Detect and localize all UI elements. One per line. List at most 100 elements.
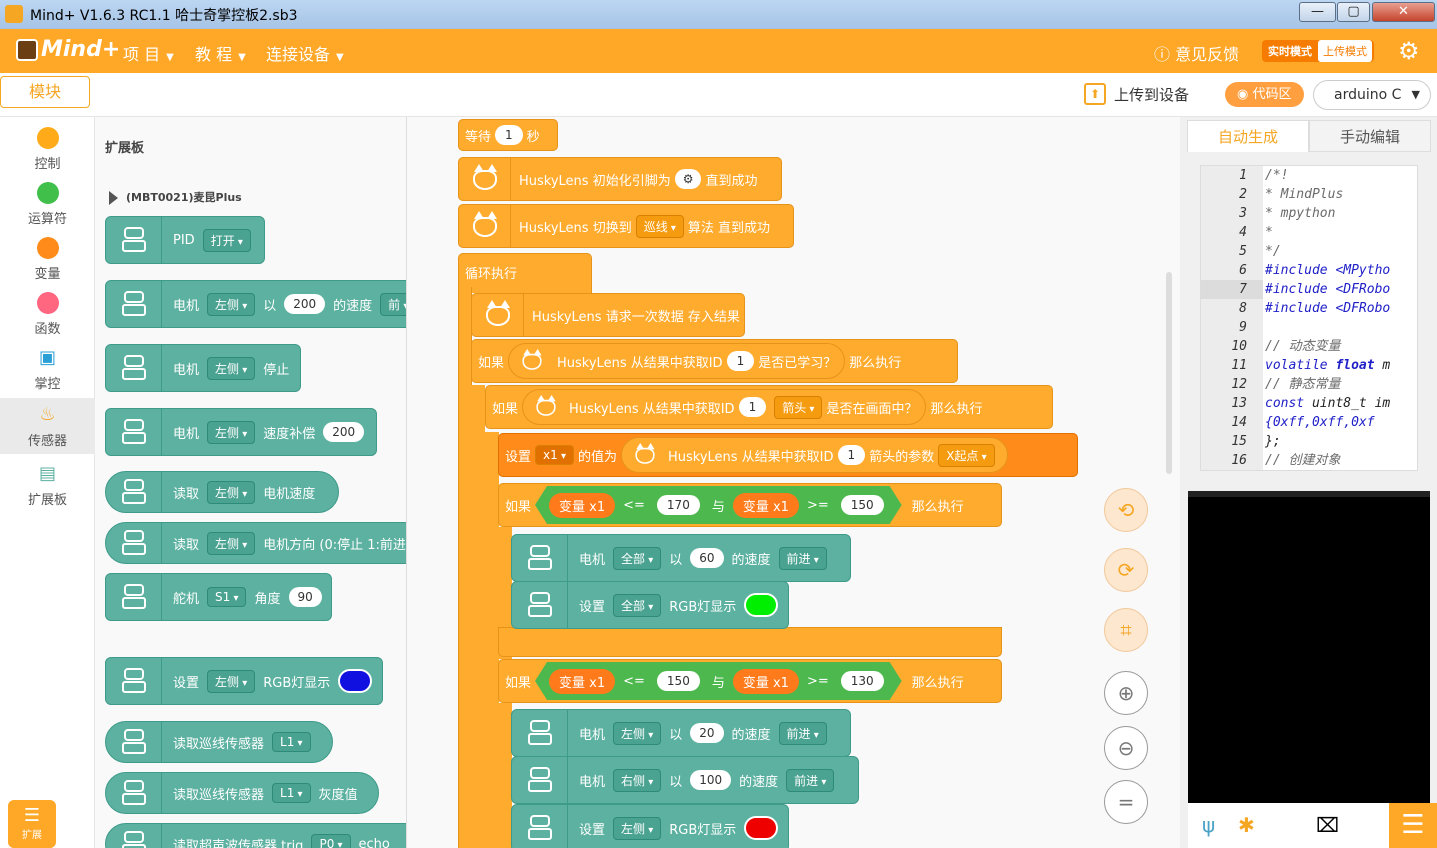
block-read-motor-speed[interactable]: 读取左侧电机速度	[105, 471, 339, 513]
block-dropdown[interactable]: L1	[272, 783, 311, 803]
category-functions[interactable]: 函数	[0, 286, 95, 342]
block-dropdown[interactable]: X起点	[938, 443, 995, 467]
block-motor-stop[interactable]: 电机左侧停止	[105, 344, 301, 392]
block-dropdown[interactable]: 左侧	[207, 480, 256, 504]
block-huskylens-init[interactable]: HuskyLens 初始化引脚为 ⚙ 直到成功	[458, 157, 782, 201]
undo-button[interactable]: ⟲	[1104, 488, 1148, 532]
block-dropdown[interactable]: 右侧	[613, 768, 662, 792]
block-rgb[interactable]: 设置左侧 RGB灯显示	[105, 657, 383, 705]
block-dropdown[interactable]: 左侧	[207, 292, 256, 316]
realtime-mode-button[interactable]: 实时模式	[1262, 43, 1318, 59]
block-dropdown[interactable]: 左侧	[207, 531, 256, 555]
block-number-input[interactable]: 130	[841, 671, 884, 691]
category-sensor[interactable]: ♨ 传感器	[0, 398, 95, 454]
block-number-input[interactable]: 60	[690, 548, 724, 568]
upload-to-device-button[interactable]: ⬆ 上传到设备	[1084, 83, 1189, 105]
block-motor-right[interactable]: 电机右侧以 100 的速度前进	[511, 756, 859, 804]
block-dropdown[interactable]: 左侧	[207, 420, 256, 444]
minimize-button[interactable]: —	[1299, 2, 1336, 22]
bluetooth-icon[interactable]: ✱	[1238, 813, 1255, 837]
extension-button[interactable]: ☰ 扩展	[8, 800, 56, 848]
variable-reporter[interactable]: 变量 x1	[549, 669, 615, 694]
module-tab[interactable]: 模块	[0, 76, 90, 108]
condition-huskylens-in-frame[interactable]: HuskyLens 从结果中获取ID1 箭头是否在画面中？	[522, 389, 927, 425]
tab-auto-generate[interactable]: 自动生成	[1187, 120, 1309, 152]
category-board[interactable]: ▣ 掌控	[0, 341, 95, 397]
block-dropdown[interactable]: 前进	[786, 768, 835, 792]
block-dropdown[interactable]: 前进	[778, 546, 827, 570]
block-if-in-frame[interactable]: 如果 HuskyLens 从结果中获取ID1 箭头是否在画面中？ 那么执行	[485, 385, 1053, 429]
block-number-input[interactable]: 1	[837, 445, 866, 465]
mindplus-logo[interactable]: Mind+	[16, 37, 120, 62]
block-huskylens-request[interactable]: HuskyLens 请求一次数据 存入结果	[471, 293, 745, 337]
block-dropdown[interactable]: 打开	[202, 228, 251, 252]
block-number-input[interactable]: 150	[657, 671, 700, 691]
variable-reporter[interactable]: 变量 x1	[733, 669, 799, 694]
category-operators[interactable]: 运算符	[0, 176, 95, 232]
block-dropdown[interactable]: 左侧	[207, 356, 256, 380]
code-zone-button[interactable]: ◉ 代码区	[1225, 82, 1304, 107]
zoom-out-button[interactable]: ⊖	[1104, 726, 1148, 770]
block-number-input[interactable]: 200	[284, 294, 326, 314]
block-wait[interactable]: 等待 1 秒	[458, 119, 558, 151]
block-motor-compensation[interactable]: 电机左侧速度补偿 200	[105, 408, 377, 456]
color-picker[interactable]	[744, 593, 779, 617]
serial-console[interactable]	[1188, 491, 1430, 803]
palette-subheader[interactable]: (MBT0021)麦昆Plus	[109, 189, 242, 205]
menu-project[interactable]: 项 目 ▼	[123, 41, 174, 65]
block-dropdown[interactable]: 左侧	[207, 669, 256, 693]
close-button[interactable]: ✕	[1372, 2, 1435, 22]
block-dropdown[interactable]: P0	[311, 834, 351, 848]
block-dropdown[interactable]: 左侧	[613, 721, 662, 745]
block-set-variable[interactable]: 设置x1的值为HuskyLens 从结果中获取ID1箭头的参数X起点	[498, 433, 1078, 477]
block-motor-all[interactable]: 电机全部以 60 的速度前进	[511, 534, 851, 582]
upload-mode-button[interactable]: 上传模式	[1318, 40, 1372, 62]
block-huskylens-switch[interactable]: HuskyLens 切换到巡线算法 直到成功	[458, 204, 794, 248]
crop-button[interactable]: ⌗	[1104, 608, 1148, 652]
block-dropdown[interactable]: L1	[272, 732, 311, 752]
block-read-line-sensor[interactable]: 读取巡线传感器 L1	[105, 721, 333, 763]
block-rgb-green[interactable]: 设置全部 RGB灯显示	[511, 581, 789, 629]
eraser-icon[interactable]: ⌧	[1316, 813, 1339, 837]
block-number-input[interactable]: 90	[288, 587, 322, 607]
block-number-input[interactable]: 150	[841, 495, 884, 515]
zoom-in-button[interactable]: ⊕	[1104, 671, 1148, 715]
block-number-input[interactable]: 1	[495, 125, 523, 145]
block-dropdown[interactable]: 前	[380, 292, 406, 316]
gear-icon[interactable]: ⚙	[674, 169, 702, 189]
maximize-button[interactable]: ▢	[1337, 2, 1370, 22]
block-number-input[interactable]: 20	[690, 723, 724, 743]
color-picker[interactable]	[744, 816, 779, 840]
block-if-range-1[interactable]: 如果 变量 x1 <= 170 与变量 x1 >= 150 那么执行	[498, 483, 1002, 527]
variable-dropdown[interactable]: x1	[535, 445, 574, 465]
block-dropdown[interactable]: 全部	[613, 593, 662, 617]
zoom-reset-button[interactable]: =	[1104, 780, 1148, 824]
block-read-motor-direction[interactable]: 读取左侧电机方向 (0:停止 1:前进	[105, 522, 406, 564]
block-number-input[interactable]: 100	[690, 770, 732, 790]
block-number-input[interactable]: 200	[323, 422, 365, 442]
block-number-input[interactable]: 170	[657, 495, 700, 515]
block-number-input[interactable]: 1	[726, 351, 755, 371]
color-picker[interactable]	[338, 669, 373, 693]
code-editor[interactable]: 1 2 3 4 5 6 7 8 9 10 11 12 13 14 15 16 /…	[1200, 165, 1418, 471]
huskylens-arrow-param[interactable]: HuskyLens 从结果中获取ID 1 箭头的参数 X起点	[620, 437, 1008, 473]
block-motor-left[interactable]: 电机左侧以 20 的速度前进	[511, 709, 851, 757]
mode-switch[interactable]: 实时模式 上传模式	[1262, 40, 1374, 62]
block-dropdown[interactable]: 巡线	[635, 214, 684, 238]
condition-huskylens-learned[interactable]: HuskyLens 从结果中获取ID 1 是否已学习？	[508, 343, 846, 379]
usb-icon[interactable]: ψ	[1202, 813, 1215, 837]
language-select[interactable]: arduino C ▼	[1313, 80, 1431, 110]
redo-button[interactable]: ⟳	[1104, 548, 1148, 592]
variable-reporter[interactable]: 变量 x1	[549, 493, 615, 518]
block-dropdown[interactable]: 左侧	[613, 816, 662, 840]
gear-icon[interactable]: ⚙	[1398, 39, 1422, 63]
block-number-input[interactable]: 1	[738, 397, 767, 417]
block-pid[interactable]: PID 打开	[105, 216, 265, 264]
feedback-button[interactable]: ⓘ 意见反馈	[1154, 41, 1239, 65]
block-servo[interactable]: 舵机 S1 角度 90	[105, 573, 332, 621]
tab-manual-edit[interactable]: 手动编辑	[1309, 120, 1431, 152]
category-control[interactable]: 控制	[0, 121, 95, 177]
block-if-learned[interactable]: 如果 HuskyLens 从结果中获取ID 1 是否已学习？ 那么执行	[471, 339, 958, 383]
category-variables[interactable]: 变量	[0, 231, 95, 287]
menu-list-icon[interactable]: ☰	[1389, 803, 1437, 848]
